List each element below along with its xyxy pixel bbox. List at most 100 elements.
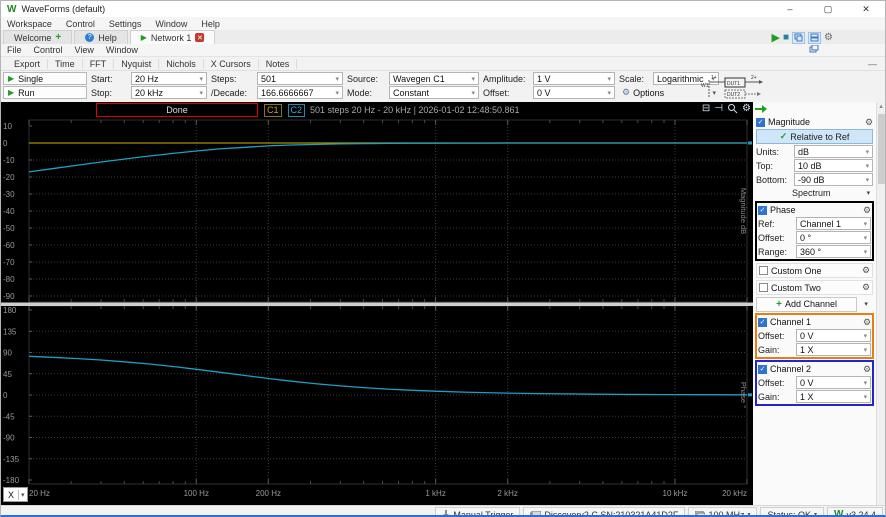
custom-one-section[interactable]: Custom One ⚙: [756, 263, 874, 278]
sidebar-scrollbar[interactable]: ▲: [876, 102, 885, 505]
start-select[interactable]: 20 Hz ▾: [131, 72, 207, 85]
source-select[interactable]: Wavegen C1 ▾: [389, 72, 479, 85]
source-label: Source:: [347, 73, 379, 84]
ref-select[interactable]: Channel 1 ▾: [796, 217, 872, 230]
toolbar-time[interactable]: Time: [48, 58, 83, 69]
channel-1-checkbox[interactable]: ✓: [758, 317, 767, 327]
windows-cascade-icon[interactable]: [792, 31, 806, 44]
channel-1-gear-icon[interactable]: ⚙: [863, 317, 871, 328]
close-button[interactable]: ✕: [847, 1, 885, 17]
toolbar-export[interactable]: Export: [7, 58, 49, 69]
custom-two-section[interactable]: Custom Two ⚙: [756, 280, 874, 295]
run-all-icon[interactable]: ▶: [772, 31, 780, 44]
custom-one-gear-icon[interactable]: ⚙: [862, 265, 870, 276]
toolbar-x-cursors[interactable]: X Cursors: [204, 58, 259, 69]
phase-checkbox[interactable]: ✓: [758, 205, 767, 215]
chevron-down-icon: ▾: [863, 393, 868, 401]
manual-trigger-button[interactable]: Manual Trigger: [435, 507, 521, 515]
channel-1-offset-select[interactable]: 0 V ▾: [796, 329, 872, 342]
magnitude-checkbox[interactable]: ✓: [756, 117, 765, 127]
magnitude-gear-icon[interactable]: ⚙: [865, 117, 873, 128]
collapse-toolbar-icon[interactable]: —: [868, 59, 877, 69]
collapse-sidebar-arrow-icon[interactable]: [755, 104, 767, 113]
stop-all-icon[interactable]: ■: [783, 32, 789, 43]
workspace-gear-icon[interactable]: ⚙: [824, 32, 833, 43]
decade-select[interactable]: 166.6666667 ▾: [257, 86, 343, 99]
y-tick-label: 90: [3, 349, 12, 358]
add-channel-button[interactable]: + Add Channel: [756, 296, 858, 312]
frequency-axis: X ▾ 20 Hz 100 Hz 200 Hz 1 kHz 2 kHz 10 kHz 20 …: [1, 486, 753, 505]
channel-1-gain-select[interactable]: 1 X ▾: [796, 343, 872, 356]
single-button[interactable]: ▶ Single: [3, 72, 87, 85]
maximize-button[interactable]: ▢: [809, 1, 847, 17]
steps-select[interactable]: 501 ▾: [257, 72, 343, 85]
run-button[interactable]: ▶ Run: [3, 86, 87, 99]
menu-file[interactable]: File: [7, 45, 22, 55]
bode-plot[interactable]: 10 0 -10 -20 -30 -40 -50 -60 -70 -80 -90 Magnitude …: [1, 118, 753, 486]
spectrum-dropdown[interactable]: Spectrum ▾: [756, 187, 873, 199]
menu-settings[interactable]: Settings: [109, 19, 142, 29]
scrollbar-thumb[interactable]: [878, 114, 885, 184]
chevron-down-icon: ▾: [607, 89, 611, 97]
channel-2-gain-select[interactable]: 1 X ▾: [796, 390, 872, 403]
toolbar-nyquist[interactable]: Nyquist: [114, 58, 160, 69]
chevron-down-icon: ▾: [814, 512, 818, 517]
options-gear-icon: ⚙: [622, 87, 631, 97]
plot-settings-gear-icon[interactable]: ⚙: [742, 103, 751, 114]
close-tab-icon[interactable]: ✕: [195, 33, 205, 42]
menu-workspace[interactable]: Workspace: [7, 19, 52, 29]
top-select[interactable]: 10 dB ▾: [794, 159, 874, 172]
undock-icon[interactable]: [809, 44, 819, 56]
scroll-up-icon[interactable]: ▲: [878, 104, 884, 110]
run-play-icon: ▶: [8, 88, 15, 97]
custom-two-gear-icon[interactable]: ⚙: [862, 282, 870, 293]
bottom-select[interactable]: -90 dB ▾: [794, 173, 874, 186]
frequency-selector[interactable]: 100 MHz ▾: [688, 507, 758, 515]
minimize-button[interactable]: –: [771, 1, 809, 17]
device-selector[interactable]: Discovery2 C SN:210321A41D2F: [523, 507, 686, 515]
tab-network-1[interactable]: ▶ Network 1 ✕: [129, 30, 216, 44]
menu-window[interactable]: Window: [155, 19, 187, 29]
menu-control[interactable]: Control: [66, 19, 95, 29]
custom-one-checkbox[interactable]: [759, 266, 768, 275]
x-axis-button[interactable]: X ▾: [3, 487, 28, 502]
phase-gear-icon[interactable]: ⚙: [863, 205, 871, 216]
channel-2-checkbox[interactable]: ✓: [758, 364, 767, 374]
windows-tile-icon[interactable]: [808, 31, 822, 44]
menu-window-2[interactable]: Window: [106, 45, 138, 55]
x-tick-label: 100 Hz: [183, 489, 209, 498]
c1-badge[interactable]: C1: [264, 103, 282, 117]
status-indicator[interactable]: Status: OK ▾: [760, 507, 825, 517]
phase-offset-select[interactable]: 0 ° ▾: [796, 231, 872, 244]
relative-to-ref-button[interactable]: ✓ Relative to Ref: [756, 129, 874, 144]
channel-2-offset-select[interactable]: 0 V ▾: [796, 376, 872, 389]
offset-select[interactable]: 0 V ▾: [533, 86, 615, 99]
dock-view-icon[interactable]: ⊣: [714, 103, 723, 114]
range-select[interactable]: 360 ° ▾: [796, 245, 872, 258]
menu-view[interactable]: View: [75, 45, 94, 55]
stop-select[interactable]: 20 kHz ▾: [131, 86, 207, 99]
toolbar-nichols[interactable]: Nichols: [159, 58, 204, 69]
add-channel-dropdown[interactable]: ▾: [859, 298, 873, 311]
add-tab-icon[interactable]: +: [55, 32, 61, 43]
tab-welcome[interactable]: Welcome +: [3, 30, 73, 44]
menu-control-2[interactable]: Control: [34, 45, 63, 55]
toolbar-fft[interactable]: FFT: [83, 58, 115, 69]
c2-badge[interactable]: C2: [287, 103, 306, 117]
plot-area: Done C1 C2 501 steps 20 Hz - 20 kHz | 20…: [1, 102, 753, 505]
amplitude-label: Amplitude:: [483, 73, 526, 84]
channel-2-gear-icon[interactable]: ⚙: [863, 364, 871, 375]
mode-select[interactable]: Constant ▾: [389, 86, 479, 99]
zoom-icon[interactable]: [727, 103, 738, 114]
running-icon: ▶: [140, 33, 147, 42]
toolbar-notes[interactable]: Notes: [259, 58, 298, 69]
trace-c2: [28, 142, 747, 173]
x-tick-label: 20 Hz: [29, 489, 50, 498]
tab-help[interactable]: ? Help: [74, 30, 128, 44]
menu-help[interactable]: Help: [201, 19, 220, 29]
amplitude-select[interactable]: 1 V ▾: [533, 72, 615, 85]
units-select[interactable]: dB ▾: [794, 145, 874, 158]
fit-view-icon[interactable]: ⊟: [702, 103, 710, 114]
waveforms-logo-icon: W: [834, 509, 844, 517]
custom-two-checkbox[interactable]: [759, 283, 768, 292]
